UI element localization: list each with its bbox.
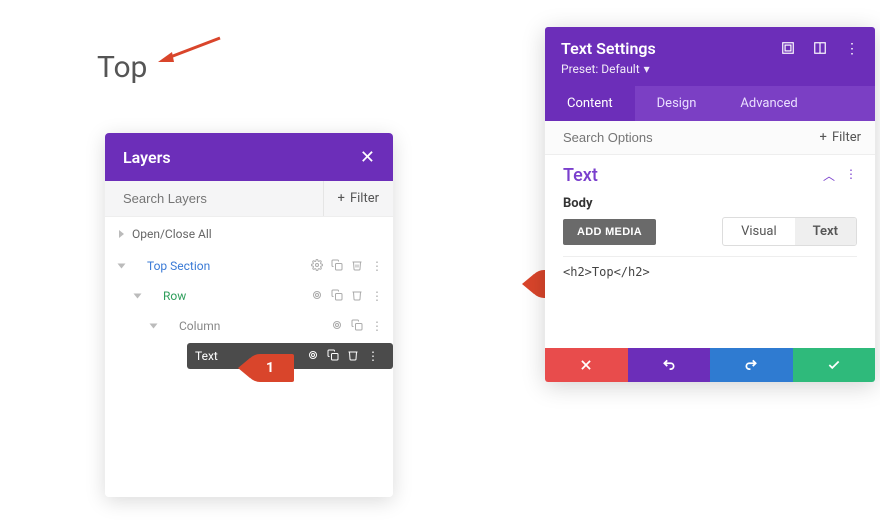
body-editor-area: Body ADD MEDIA Visual Text <h2>Top</h2>: [545, 196, 875, 348]
layers-tree: Open/Close All Top Section ⋮ Row ⋮: [105, 217, 393, 497]
settings-header: Text Settings ⋮ Preset: Default ▾: [545, 27, 875, 86]
cancel-button[interactable]: [545, 348, 628, 382]
text-editor[interactable]: <h2>Top</h2>: [563, 256, 857, 336]
layers-search-input[interactable]: [105, 191, 323, 206]
tab-content[interactable]: Content: [545, 86, 635, 121]
settings-tabs: Content Design Advanced: [545, 86, 875, 121]
settings-filter-label: Filter: [832, 130, 861, 145]
settings-action-bar: [545, 348, 875, 382]
layers-panel: Layers ✕ + Filter Open/Close All Top Sec…: [105, 133, 393, 497]
duplicate-icon[interactable]: [331, 259, 343, 273]
text-settings-panel: Text Settings ⋮ Preset: Default ▾ Conten…: [545, 27, 875, 382]
trash-icon[interactable]: [351, 289, 363, 303]
body-label: Body: [563, 196, 857, 211]
editor-mode-tabs: Visual Text: [722, 217, 857, 246]
settings-search-bar: + Filter: [545, 121, 875, 155]
chevron-down-icon: [149, 324, 157, 329]
layer-row-column[interactable]: Column ⋮: [105, 311, 393, 341]
gear-icon[interactable]: [331, 319, 343, 333]
add-media-button[interactable]: ADD MEDIA: [563, 219, 656, 245]
text-section-title: Text: [563, 165, 598, 186]
chevron-right-icon: [119, 230, 124, 238]
layer-section-label: Top Section: [139, 253, 311, 279]
chevron-up-icon[interactable]: ︿: [823, 167, 835, 184]
redo-button[interactable]: [710, 348, 793, 382]
layers-filter-button[interactable]: + Filter: [323, 181, 393, 216]
layers-search-bar: + Filter: [105, 181, 393, 217]
duplicate-icon[interactable]: [327, 349, 339, 363]
close-icon[interactable]: ✕: [360, 147, 375, 168]
expand-icon[interactable]: [813, 41, 827, 57]
settings-title: Text Settings: [561, 39, 656, 58]
plus-icon: +: [338, 191, 345, 206]
tab-text[interactable]: Text: [795, 218, 856, 245]
page-title: Top: [97, 50, 147, 85]
text-section-header[interactable]: Text ︿ ⋮: [545, 155, 875, 196]
settings-search-input[interactable]: [545, 130, 806, 145]
open-close-all[interactable]: Open/Close All: [105, 217, 393, 251]
trash-icon[interactable]: [351, 259, 363, 273]
more-icon[interactable]: ⋮: [845, 41, 859, 57]
gear-icon[interactable]: [311, 259, 323, 273]
undo-button[interactable]: [628, 348, 711, 382]
layer-row-section[interactable]: Top Section ⋮: [105, 251, 393, 281]
more-icon[interactable]: ⋮: [371, 289, 383, 303]
layers-panel-header: Layers ✕: [105, 133, 393, 181]
responsive-icon[interactable]: [781, 41, 795, 57]
layer-row-row[interactable]: Row ⋮: [105, 281, 393, 311]
chevron-down-icon: ▾: [644, 62, 650, 76]
preset-label: Preset: Default: [561, 62, 640, 76]
annotation-callout-1: 1: [246, 354, 294, 382]
more-icon[interactable]: ⋮: [367, 349, 379, 363]
more-icon[interactable]: ⋮: [371, 259, 383, 273]
arrow-annotation: [150, 34, 230, 64]
plus-icon: +: [820, 130, 827, 145]
duplicate-icon[interactable]: [331, 289, 343, 303]
open-close-all-label: Open/Close All: [132, 227, 212, 241]
gear-icon[interactable]: [311, 289, 323, 303]
layers-panel-title: Layers: [123, 148, 171, 167]
trash-icon[interactable]: [347, 349, 359, 363]
layer-column-label: Column: [171, 313, 331, 339]
gear-icon[interactable]: [307, 349, 319, 363]
layers-filter-label: Filter: [350, 191, 379, 206]
more-icon[interactable]: ⋮: [371, 319, 383, 333]
chevron-down-icon: [133, 294, 141, 299]
duplicate-icon[interactable]: [351, 319, 363, 333]
tab-visual[interactable]: Visual: [723, 218, 795, 245]
preset-selector[interactable]: Preset: Default ▾: [561, 62, 859, 76]
tab-design[interactable]: Design: [635, 86, 719, 121]
tab-advanced[interactable]: Advanced: [718, 86, 819, 121]
settings-filter-button[interactable]: + Filter: [806, 130, 875, 145]
chevron-down-icon: [117, 264, 125, 269]
layer-row-label: Row: [155, 283, 311, 309]
more-icon[interactable]: ⋮: [845, 167, 857, 184]
save-button[interactable]: [793, 348, 876, 382]
